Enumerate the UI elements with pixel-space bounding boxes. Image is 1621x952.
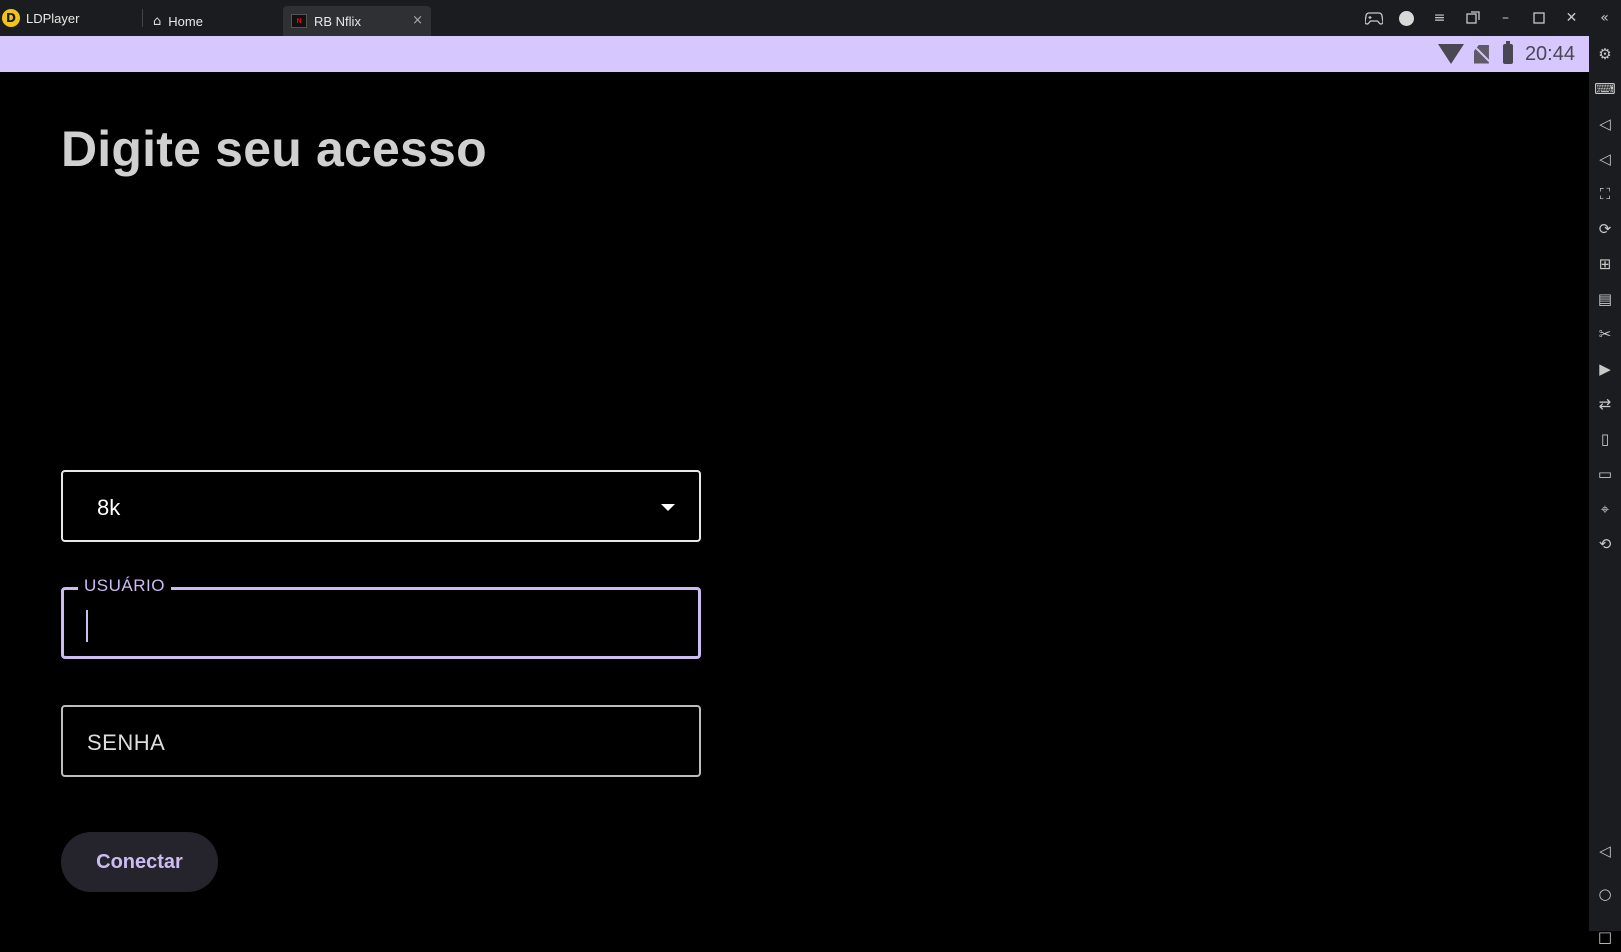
back-icon[interactable]: ◁ — [1589, 836, 1621, 866]
server-select-value: 8k — [97, 495, 121, 520]
server-select[interactable]: 8k — [61, 470, 701, 542]
ldplayer-logo-icon: D — [2, 9, 20, 27]
wifi-icon — [1437, 44, 1464, 64]
settings-icon[interactable]: ⚙ — [1589, 39, 1621, 69]
rotate-icon[interactable]: ⟲ — [1589, 529, 1621, 559]
recents-icon[interactable]: □ — [1589, 922, 1621, 952]
android-status-bar: 20:44 — [0, 36, 1589, 72]
maximize-icon[interactable] — [1522, 0, 1555, 36]
add-app-icon[interactable]: ⊞ — [1589, 249, 1621, 279]
window-controls: ≡ – ✕ « — [1357, 0, 1621, 36]
tab-home[interactable]: ⌂ Home — [143, 6, 283, 36]
no-sim-icon — [1473, 44, 1489, 64]
status-time: 20:44 — [1524, 42, 1575, 65]
scissors-icon[interactable]: ✂ — [1589, 319, 1621, 349]
video-icon[interactable]: ▶ — [1589, 354, 1621, 384]
emulator-title-bar: D LDPlayer ⌂ Home N RB Nflix × ≡ – ✕ « — [0, 0, 1621, 36]
screenshot-icon[interactable]: ⛶ — [1589, 179, 1621, 209]
app-name: LDPlayer — [26, 10, 80, 26]
password-field[interactable] — [61, 705, 701, 777]
tab-rb-nflix-label: RB Nflix — [314, 13, 361, 29]
record-icon[interactable]: ⟳ — [1589, 214, 1621, 244]
username-field[interactable]: USUÁRIO — [61, 576, 701, 659]
collapse-sidebar-icon[interactable]: « — [1588, 0, 1621, 36]
minimize-icon[interactable]: – — [1489, 0, 1522, 36]
location-icon[interactable]: ⌖ — [1589, 494, 1621, 524]
connect-button[interactable]: Conectar — [61, 832, 218, 892]
password-input[interactable] — [85, 725, 669, 761]
username-input[interactable] — [84, 606, 668, 644]
folder-icon[interactable]: ▭ — [1589, 459, 1621, 489]
sync-icon[interactable]: ⇄ — [1589, 389, 1621, 419]
tab-home-label: Home — [168, 13, 203, 29]
close-tab-icon[interactable]: × — [412, 13, 423, 28]
shake-icon[interactable]: ▯ — [1589, 424, 1621, 454]
close-window-icon[interactable]: ✕ — [1555, 0, 1588, 36]
volume-down-icon[interactable]: ◁ — [1589, 144, 1621, 174]
gamepad-icon[interactable] — [1357, 0, 1390, 36]
keyboard-icon[interactable]: ⌨ — [1589, 74, 1621, 104]
volume-up-icon[interactable]: ◁ — [1589, 109, 1621, 139]
battery-icon — [1502, 41, 1513, 64]
app-tab-icon: N — [291, 14, 307, 28]
menu-icon[interactable]: ≡ — [1423, 0, 1456, 36]
dropdown-arrow-icon — [661, 504, 675, 511]
home-icon: ⌂ — [153, 13, 162, 29]
multi-window-icon[interactable] — [1456, 0, 1489, 36]
home-circle-icon[interactable]: ○ — [1589, 879, 1621, 909]
apk-install-icon[interactable]: ▤ — [1589, 284, 1621, 314]
page-title: Digite seu acesso — [61, 121, 487, 177]
tab-rb-nflix[interactable]: N RB Nflix × — [283, 6, 431, 36]
username-label: USUÁRIO — [78, 576, 171, 596]
emulator-toolbar: ⚙ ⌨ ◁ ◁ ⛶ ⟳ ⊞ ▤ ✂ ▶ ⇄ ▯ ▭ ⌖ ⟲ ◁ ○ □ — [1589, 36, 1621, 946]
account-avatar-icon[interactable] — [1390, 0, 1423, 36]
app-brand: D LDPlayer — [0, 0, 142, 36]
